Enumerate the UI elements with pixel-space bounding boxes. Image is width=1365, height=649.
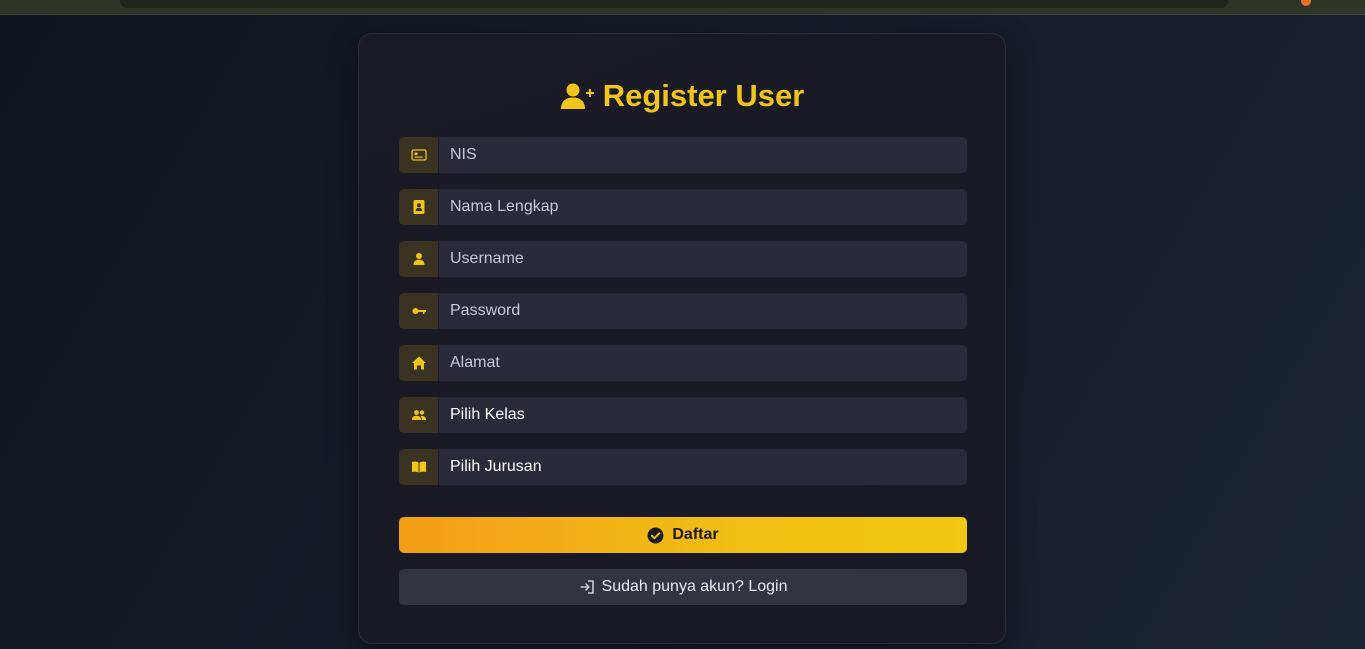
browser-chrome <box>0 0 1365 15</box>
extension-icon[interactable] <box>1301 0 1311 6</box>
address-bar[interactable] <box>120 0 1228 8</box>
id-card-icon <box>399 137 439 173</box>
people-icon <box>399 397 439 433</box>
login-icon <box>579 580 594 594</box>
nama-lengkap-input[interactable] <box>439 189 967 225</box>
book-icon <box>399 449 439 485</box>
page-title: Register User <box>0 76 1365 116</box>
alamat-field[interactable] <box>399 345 967 381</box>
daftar-button[interactable]: Daftar <box>399 517 967 553</box>
jurusan-select-value[interactable]: Pilih Jurusan <box>439 449 967 485</box>
nama-lengkap-field[interactable] <box>399 189 967 225</box>
username-field[interactable] <box>399 241 967 277</box>
contact-book-icon <box>399 189 439 225</box>
username-input[interactable] <box>439 241 967 277</box>
password-input[interactable] <box>439 293 967 329</box>
password-field[interactable] <box>399 293 967 329</box>
user-icon <box>399 241 439 277</box>
kelas-select-value[interactable]: Pilih Kelas <box>439 397 967 433</box>
daftar-label: Daftar <box>672 526 719 543</box>
jurusan-select[interactable]: Pilih Jurusan <box>399 449 967 485</box>
title-text: Register User <box>602 78 805 113</box>
key-icon <box>399 293 439 329</box>
user-plus-icon <box>560 83 594 109</box>
kelas-select[interactable]: Pilih Kelas <box>399 397 967 433</box>
check-circle-icon <box>647 527 664 543</box>
alamat-input[interactable] <box>439 345 967 381</box>
login-link-button[interactable]: Sudah punya akun? Login <box>399 569 967 605</box>
nis-input[interactable] <box>439 137 967 173</box>
house-icon <box>399 345 439 381</box>
login-label: Sudah punya akun? Login <box>601 578 788 595</box>
nis-field[interactable] <box>399 137 967 173</box>
